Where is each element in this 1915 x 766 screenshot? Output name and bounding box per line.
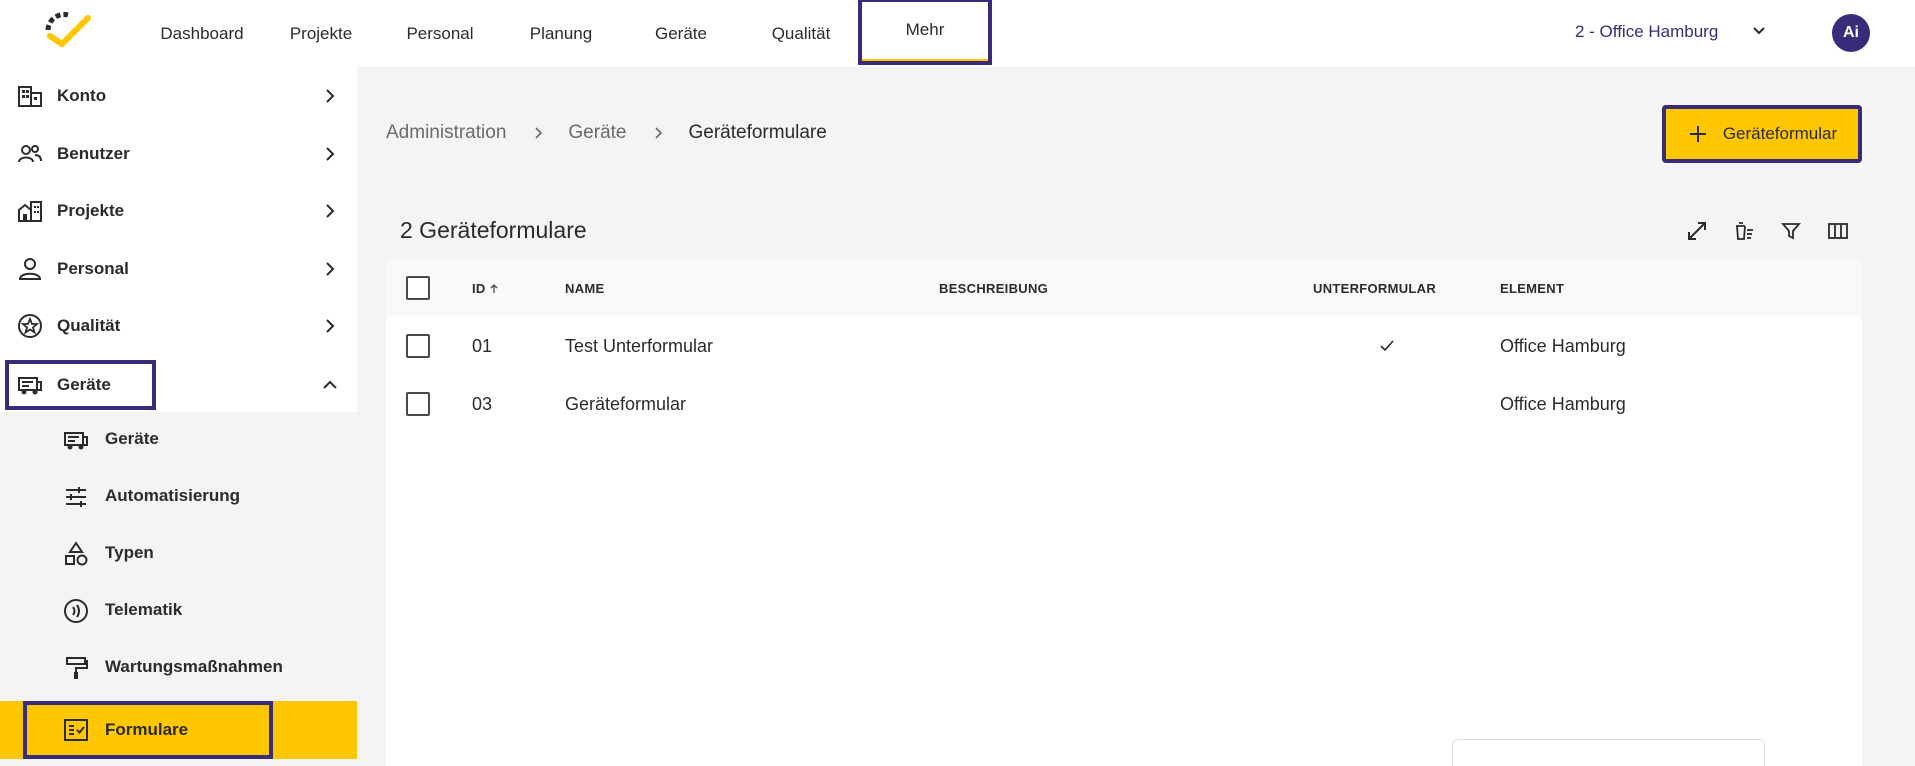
sidebar-item-konto[interactable]: Konto	[0, 71, 357, 121]
table-row[interactable]: 01 Test Unterformular Office Hamburg	[386, 317, 1862, 375]
sidebar-item-qualitaet[interactable]: Qualität	[0, 301, 357, 351]
sidebar-subitem-typen[interactable]: Typen	[0, 526, 357, 582]
forms-table: ID NAME BESCHREIBUNG UNTERFORMULAR ELEME…	[386, 260, 1862, 766]
plus-icon	[1689, 126, 1706, 142]
chevron-right-icon	[326, 319, 335, 333]
shapes-icon	[62, 540, 90, 568]
check-icon	[1380, 340, 1394, 352]
sidebar-item-label: Projekte	[57, 201, 125, 220]
cell-element: Office Hamburg	[1500, 393, 1626, 414]
sort-asc-icon	[490, 283, 498, 293]
sidebar-subitem-label: Wartungsmaßnahmen	[105, 657, 283, 676]
city-icon	[16, 197, 44, 225]
nav-personal[interactable]: Personal	[392, 0, 488, 67]
sidebar-item-label: Geräte	[57, 375, 111, 394]
column-header-name[interactable]: NAME	[565, 260, 604, 317]
nav-projekte[interactable]: Projekte	[276, 0, 366, 67]
nav-qualitaet[interactable]: Qualität	[752, 0, 850, 67]
column-header-element[interactable]: ELEMENT	[1500, 260, 1564, 317]
cell-name: Test Unterformular	[565, 335, 714, 356]
office-selector[interactable]: 2 - Office Hamburg	[1575, 22, 1718, 42]
sidebar-subitem-wartungsmassnahmen[interactable]: Wartungsmaßnahmen	[0, 640, 357, 696]
chevron-right-icon	[326, 89, 335, 103]
sidebar-subitem-label: Typen	[105, 543, 154, 562]
sidebar-item-label: Benutzer	[57, 144, 130, 163]
rv-icon	[62, 426, 90, 454]
sidebar-subitem-automatisierung[interactable]: Automatisierung	[0, 469, 357, 525]
star-badge-icon	[16, 312, 44, 340]
cell-element: Office Hamburg	[1500, 335, 1626, 356]
top-bar: Dashboard Projekte Personal Planung Gerä…	[0, 0, 1915, 67]
chevron-right-icon	[326, 147, 335, 161]
cell-id: 01	[472, 335, 493, 356]
building-icon	[16, 82, 44, 110]
nav-mehr[interactable]: Mehr	[858, 0, 992, 65]
sidebar-subitem-telematik[interactable]: Telematik	[0, 583, 357, 639]
signal-icon	[62, 597, 90, 625]
chevron-right-icon	[535, 127, 543, 139]
sidebar-item-geraete[interactable]: Geräte	[5, 360, 156, 410]
add-button-label: Geräteformular	[1722, 124, 1838, 143]
cell-id: 03	[472, 393, 493, 414]
sidebar: Konto Benutzer Projekte Personal Qualitä…	[0, 67, 357, 766]
rv-icon	[16, 371, 44, 399]
breadcrumb-geraete[interactable]: Geräte	[568, 122, 626, 144]
sidebar-subitem-label: Telematik	[105, 600, 183, 619]
chevron-right-icon	[326, 262, 335, 276]
cell-name: Geräteformular	[565, 393, 687, 414]
add-geraeteformular-button[interactable]: Geräteformular	[1662, 105, 1862, 163]
select-all-checkbox[interactable]	[406, 276, 430, 300]
logo-icon[interactable]	[42, 8, 94, 50]
breadcrumb: Administration Geräte Geräteformulare	[386, 122, 827, 144]
fullscreen-icon[interactable]	[1683, 217, 1711, 245]
breadcrumb-administration[interactable]: Administration	[386, 122, 506, 144]
row-checkbox[interactable]	[406, 334, 430, 358]
clear-filter-icon[interactable]	[1730, 217, 1758, 245]
sidebar-subitem-label: Formulare	[105, 720, 189, 739]
sidebar-item-label: Personal	[57, 259, 129, 278]
chevron-right-icon	[655, 127, 663, 139]
paint-roller-icon	[62, 654, 90, 682]
bottom-popover	[1452, 739, 1765, 766]
avatar[interactable]: Ai	[1832, 14, 1870, 52]
sidebar-item-personal[interactable]: Personal	[0, 244, 357, 294]
users-icon	[16, 140, 44, 168]
sidebar-subitem-label: Automatisierung	[105, 486, 241, 505]
sidebar-item-label: Qualität	[57, 316, 121, 335]
form-check-icon	[62, 716, 90, 744]
breadcrumb-current: Geräteformulare	[688, 122, 827, 143]
person-icon	[16, 255, 44, 283]
main-content: Administration Geräte Geräteformulare Ge…	[357, 67, 1915, 766]
chevron-down-icon[interactable]	[1750, 22, 1768, 40]
column-header-id[interactable]: ID	[472, 260, 500, 317]
column-header-unterformular[interactable]: UNTERFORMULAR	[1313, 260, 1436, 317]
sidebar-item-projekte[interactable]: Projekte	[0, 186, 357, 236]
nav-planung[interactable]: Planung	[515, 0, 607, 67]
column-header-beschreibung[interactable]: BESCHREIBUNG	[939, 260, 1048, 317]
sidebar-item-benutzer[interactable]: Benutzer	[0, 129, 357, 179]
table-header: ID NAME BESCHREIBUNG UNTERFORMULAR ELEME…	[386, 260, 1862, 317]
table-title: 2 Geräteformulare	[400, 217, 587, 243]
row-checkbox[interactable]	[406, 392, 430, 416]
sidebar-subitem-formulare[interactable]: Formulare	[0, 701, 357, 759]
table-row[interactable]: 03 Geräteformular Office Hamburg	[386, 375, 1862, 433]
sidebar-subitem-label: Geräte	[105, 429, 159, 448]
columns-icon[interactable]	[1824, 217, 1852, 245]
sidebar-item-label: Konto	[57, 86, 107, 105]
nav-dashboard[interactable]: Dashboard	[152, 0, 252, 67]
chevron-up-icon[interactable]	[320, 375, 340, 395]
sidebar-subitem-geraete[interactable]: Geräte	[0, 412, 357, 468]
nav-geraete[interactable]: Geräte	[632, 0, 730, 67]
tune-icon	[62, 483, 90, 511]
filter-icon[interactable]	[1777, 217, 1805, 245]
chevron-right-icon	[326, 204, 335, 218]
